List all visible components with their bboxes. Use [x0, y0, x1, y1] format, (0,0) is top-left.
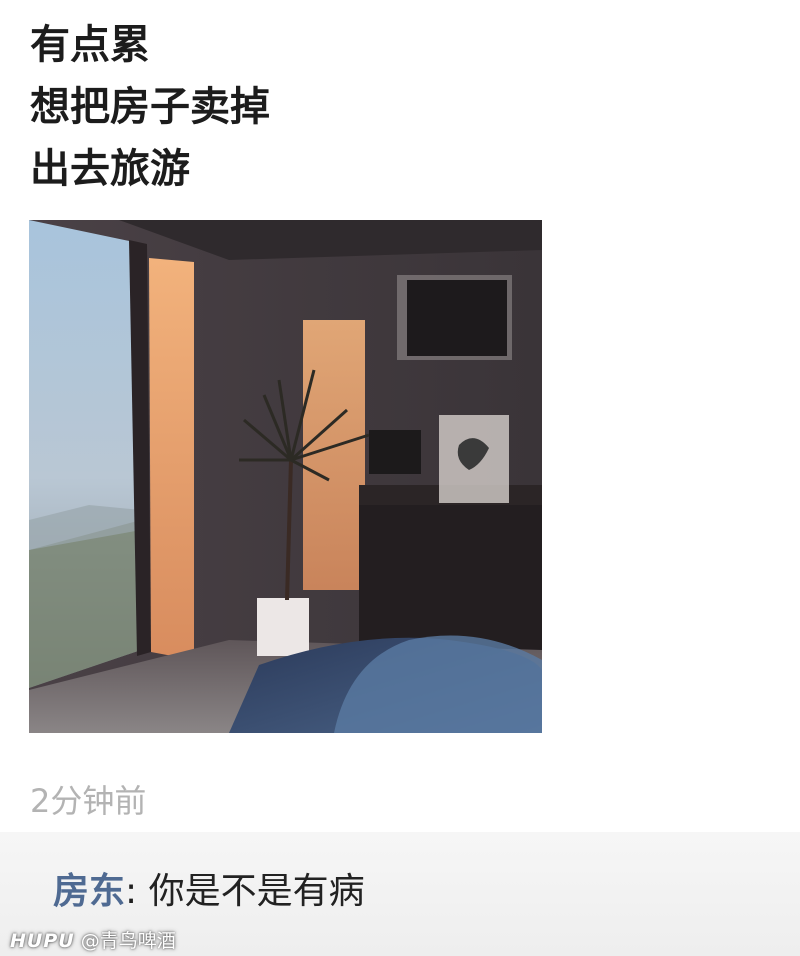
post-timestamp: 2分钟前 — [30, 782, 147, 820]
comment-item[interactable]: 房东: 你是不是有病 — [53, 862, 365, 914]
watermark-handle: @青鸟啤酒 — [74, 930, 176, 952]
post-line: 出去旅游 — [30, 146, 190, 192]
post-text: 有点累 想把房子卖掉 出去旅游 — [30, 14, 270, 200]
watermark-brand: HUPU — [10, 930, 75, 952]
comment-author[interactable]: 房东 — [53, 871, 125, 912]
bedroom-photo — [29, 220, 542, 733]
post-line: 想把房子卖掉 — [30, 84, 270, 130]
post-photo[interactable] — [29, 220, 542, 733]
comment-text: 你是不是有病 — [148, 871, 365, 912]
watermark: HUPU @青鸟啤酒 — [10, 926, 176, 953]
post-line: 有点累 — [30, 22, 150, 68]
comment-separator: : — [125, 871, 149, 912]
